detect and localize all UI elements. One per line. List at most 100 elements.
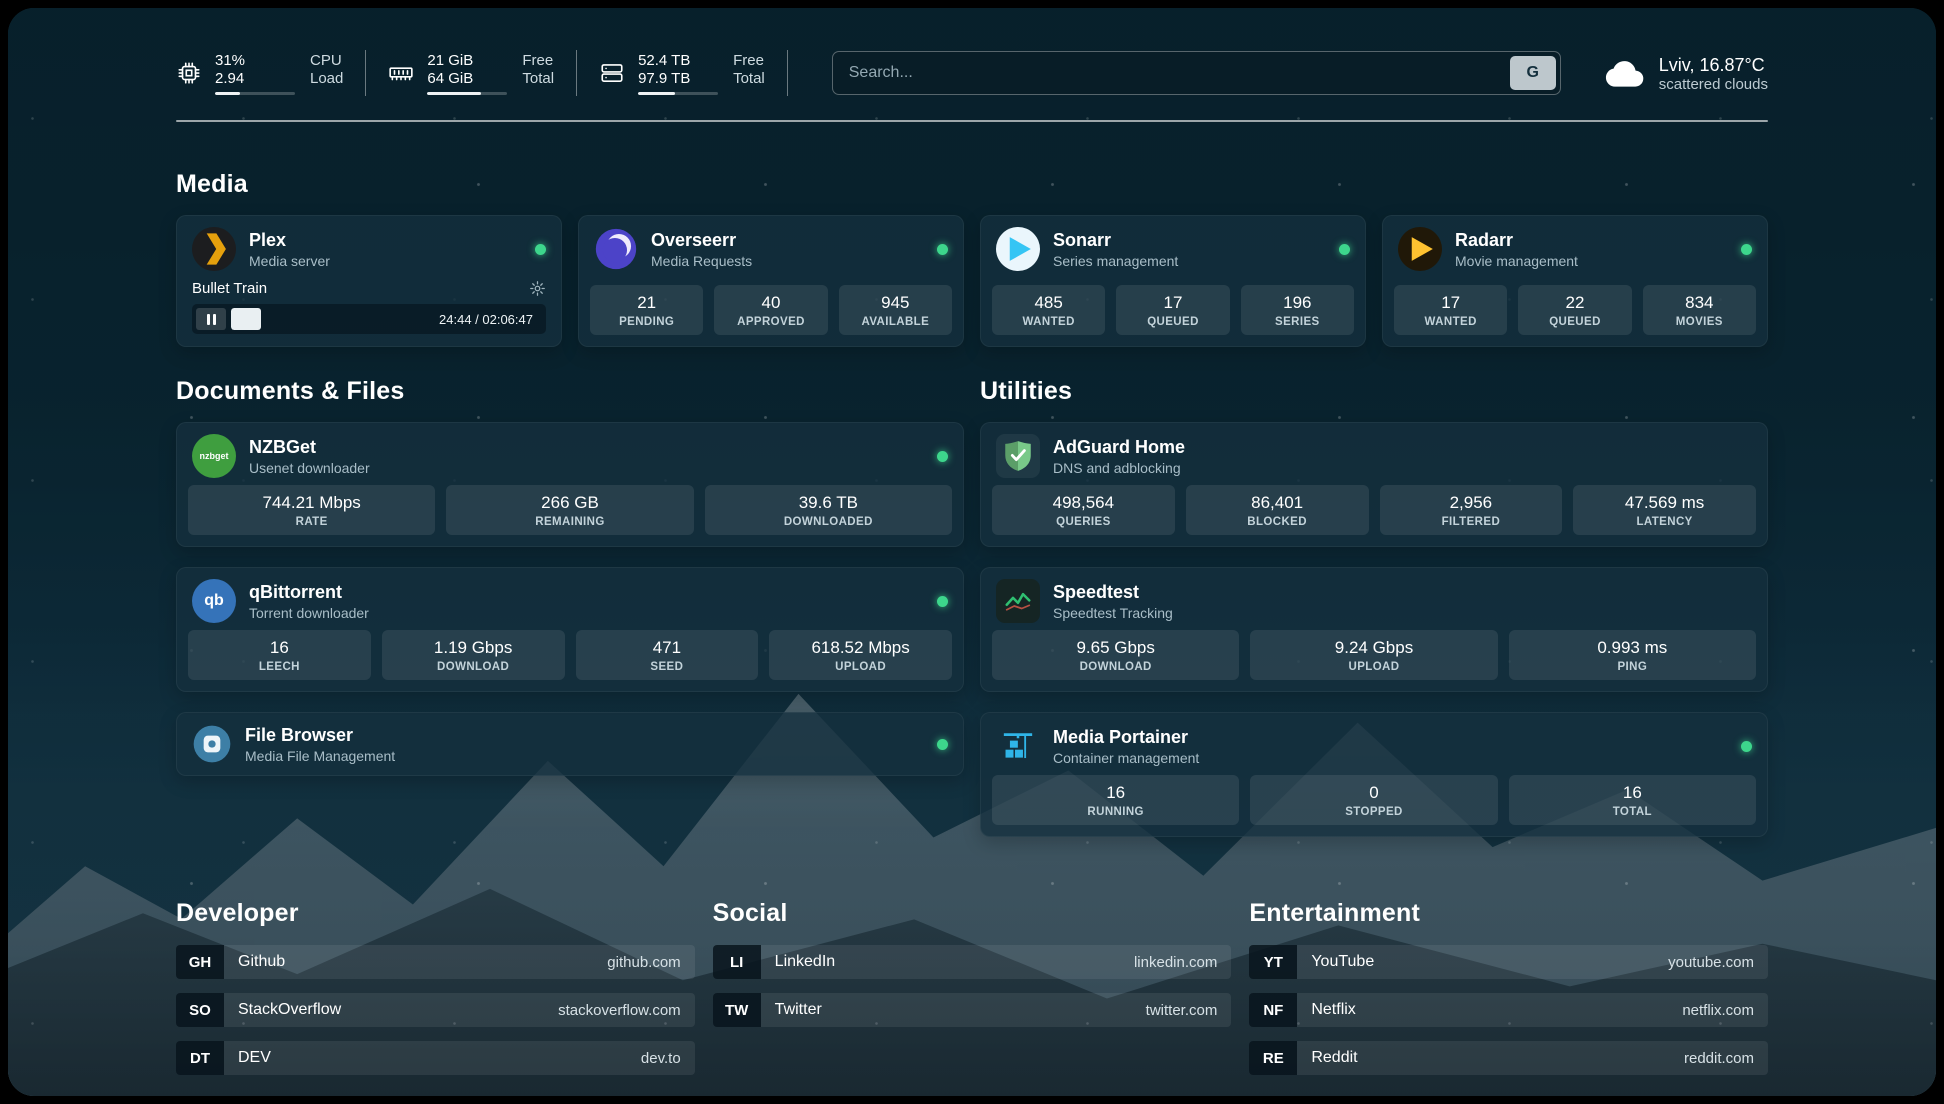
stat-label: SERIES xyxy=(1245,316,1350,328)
memory-label-top: Free xyxy=(522,52,554,70)
stat-series: 196 SERIES xyxy=(1241,285,1354,335)
bookmark-linkedin[interactable]: LI LinkedIn linkedin.com xyxy=(713,945,1232,979)
stat-value: 21 xyxy=(594,293,699,313)
bookmark-dev[interactable]: DT DEV dev.to xyxy=(176,1041,695,1075)
stat-stopped: 0 STOPPED xyxy=(1250,775,1497,825)
documents-section: Documents & Files nzbget NZBGet Usenet d… xyxy=(176,377,964,776)
bookmark-url: netflix.com xyxy=(1682,1002,1754,1019)
app-card-portainer[interactable]: Media Portainer Container management 16 … xyxy=(980,712,1768,837)
speedtest-icon xyxy=(996,579,1040,623)
bookmark-url: reddit.com xyxy=(1684,1050,1754,1067)
stat-value: 16 xyxy=(192,638,367,658)
stat-value: 834 xyxy=(1647,293,1752,313)
app-card-nzbget[interactable]: nzbget NZBGet Usenet downloader 744.21 M… xyxy=(176,422,964,547)
media-section: Media Plex Media server xyxy=(176,170,1768,347)
search-bar[interactable]: G xyxy=(832,51,1561,95)
status-online-dot xyxy=(1339,244,1350,255)
header: 31% 2.94 CPU Load xyxy=(176,50,1768,96)
stat-value: 86,401 xyxy=(1190,493,1365,513)
memory-stat: 21 GiB 64 GiB Free Total xyxy=(366,50,577,96)
storage-label-bottom: Total xyxy=(733,70,765,88)
cpu-load: 2.94 xyxy=(215,70,295,88)
bookmark-name: Netflix xyxy=(1311,1001,1355,1019)
stat-value: 17 xyxy=(1120,293,1225,313)
stat-value: 744.21 Mbps xyxy=(192,493,431,513)
stat-label: WANTED xyxy=(996,316,1101,328)
stat-value: 618.52 Mbps xyxy=(773,638,948,658)
header-divider xyxy=(176,120,1768,122)
memory-usage-bar xyxy=(427,92,507,95)
app-subtitle: Movie management xyxy=(1455,253,1578,269)
plex-icon xyxy=(192,227,236,271)
weather-location: Lviv, 16.87°C xyxy=(1659,54,1768,76)
stat-queries: 498,564 QUERIES xyxy=(992,485,1175,535)
app-card-plex[interactable]: Plex Media server Bullet Train xyxy=(176,215,562,347)
bookmark-youtube[interactable]: YT YouTube youtube.com xyxy=(1249,945,1768,979)
app-subtitle: Series management xyxy=(1053,253,1178,269)
bookmark-name: Github xyxy=(238,953,285,971)
app-card-overseerr[interactable]: Overseerr Media Requests 21 PENDING 40 A… xyxy=(578,215,964,347)
utilities-section-title: Utilities xyxy=(980,377,1768,406)
bookmark-stackoverflow[interactable]: SO StackOverflow stackoverflow.com xyxy=(176,993,695,1027)
overseerr-icon xyxy=(594,227,638,271)
stat-rate: 744.21 Mbps RATE xyxy=(188,485,435,535)
settings-gear-icon[interactable] xyxy=(529,280,546,297)
qbittorrent-icon: qb xyxy=(192,579,236,623)
stat-value: 22 xyxy=(1522,293,1627,313)
nzbget-icon: nzbget xyxy=(192,434,236,478)
app-card-qbittorrent[interactable]: qb qBittorrent Torrent downloader 16 LEE… xyxy=(176,567,964,692)
bookmark-abbr: GH xyxy=(176,945,224,979)
cloud-icon xyxy=(1605,58,1645,88)
qbittorrent-icon-label: qb xyxy=(204,592,224,610)
app-card-filebrowser[interactable]: File Browser Media File Management xyxy=(176,712,964,776)
app-subtitle: Torrent downloader xyxy=(249,605,369,621)
portainer-icon xyxy=(996,724,1040,768)
bookmark-github[interactable]: GH Github github.com xyxy=(176,945,695,979)
stat-value: 0 xyxy=(1254,783,1493,803)
app-name: File Browser xyxy=(245,725,395,746)
stat-label: DOWNLOAD xyxy=(996,661,1235,673)
cpu-usage-bar xyxy=(215,92,295,95)
stat-label: PING xyxy=(1513,661,1752,673)
stat-filtered: 2,956 FILTERED xyxy=(1380,485,1563,535)
stat-value: 9.65 Gbps xyxy=(996,638,1235,658)
stat-running: 16 RUNNING xyxy=(992,775,1239,825)
bookmark-abbr: RE xyxy=(1249,1041,1297,1075)
bookmark-abbr: LI xyxy=(713,945,761,979)
stat-label: QUEUED xyxy=(1120,316,1225,328)
pause-button[interactable] xyxy=(196,308,226,330)
app-card-speedtest[interactable]: Speedtest Speedtest Tracking 9.65 Gbps D… xyxy=(980,567,1768,692)
stat-leech: 16 LEECH xyxy=(188,630,371,680)
status-online-dot xyxy=(937,596,948,607)
bookmark-netflix[interactable]: NF Netflix netflix.com xyxy=(1249,993,1768,1027)
weather-condition: scattered clouds xyxy=(1659,76,1768,93)
bookmark-url: youtube.com xyxy=(1668,954,1754,971)
stat-value: 9.24 Gbps xyxy=(1254,638,1493,658)
app-card-adguard[interactable]: AdGuard Home DNS and adblocking 498,564 … xyxy=(980,422,1768,547)
app-card-radarr[interactable]: Radarr Movie management 17 WANTED 22 QUE… xyxy=(1382,215,1768,347)
stat-label: MOVIES xyxy=(1647,316,1752,328)
stat-wanted: 485 WANTED xyxy=(992,285,1105,335)
app-subtitle: Media Requests xyxy=(651,253,752,269)
cpu-percent: 31% xyxy=(215,52,295,70)
stat-total: 16 TOTAL xyxy=(1509,775,1756,825)
sonarr-icon xyxy=(996,227,1040,271)
plex-now-playing: Bullet Train xyxy=(177,280,561,346)
bookmark-url: stackoverflow.com xyxy=(558,1002,681,1019)
app-name: Media Portainer xyxy=(1053,727,1199,748)
cpu-icon xyxy=(176,60,202,86)
bookmark-twitter[interactable]: TW Twitter twitter.com xyxy=(713,993,1232,1027)
app-subtitle: Speedtest Tracking xyxy=(1053,605,1173,621)
playback-progress[interactable] xyxy=(231,308,429,330)
app-card-sonarr[interactable]: Sonarr Series management 485 WANTED 17 Q… xyxy=(980,215,1366,347)
status-online-dot xyxy=(1741,741,1752,752)
stat-blocked: 86,401 BLOCKED xyxy=(1186,485,1369,535)
status-online-dot xyxy=(937,451,948,462)
storage-usage-bar xyxy=(638,92,718,95)
stat-label: LATENCY xyxy=(1577,516,1752,528)
memory-label-bottom: Total xyxy=(522,70,554,88)
bookmark-reddit[interactable]: RE Reddit reddit.com xyxy=(1249,1041,1768,1075)
search-input[interactable] xyxy=(833,52,1506,94)
search-engine-button[interactable]: G xyxy=(1510,56,1556,90)
stat-value: 266 GB xyxy=(450,493,689,513)
